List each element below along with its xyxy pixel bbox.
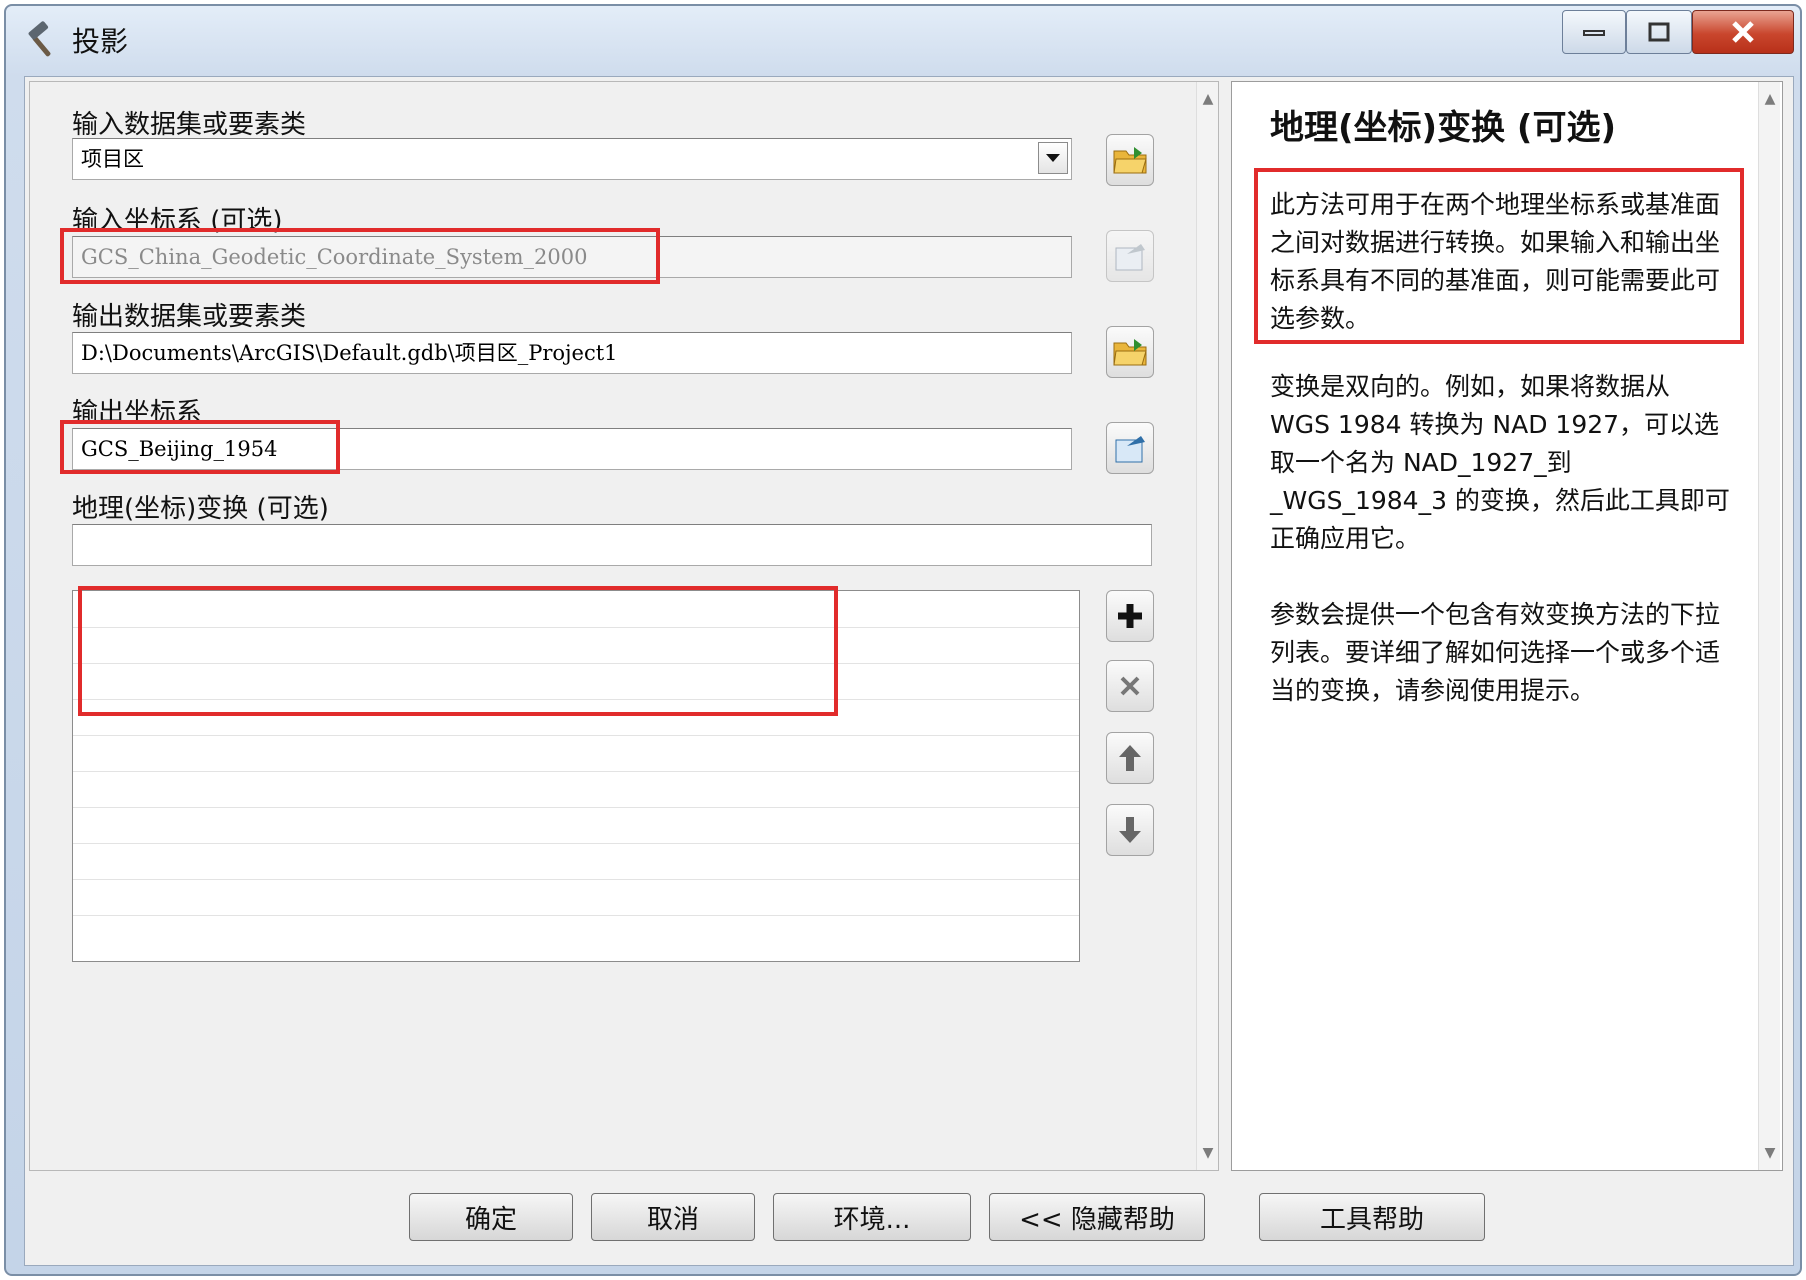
maximize-icon (1648, 22, 1670, 42)
help-paragraph-3: 参数会提供一个包含有效变换方法的下拉列表。要详细了解如何选择一个或多个适当的变换… (1270, 600, 1721, 705)
plus-icon (1118, 604, 1142, 628)
folder-open-icon (1113, 147, 1147, 174)
help-scrollbar[interactable]: ▲ ▼ (1758, 82, 1780, 1170)
list-row-divider (73, 735, 1079, 736)
browse-input-button[interactable] (1106, 134, 1154, 186)
cancel-button[interactable]: 取消 (591, 1193, 755, 1241)
hammer-icon (22, 20, 62, 60)
output-cs-properties-button[interactable] (1106, 422, 1154, 474)
geo-transform-combobox[interactable] (72, 524, 1152, 566)
highlight-transform-list (78, 586, 838, 716)
scroll-down-arrow-icon[interactable]: ▼ (1197, 1142, 1219, 1164)
x-icon (1120, 676, 1140, 696)
environments-button[interactable]: 环境... (773, 1193, 971, 1241)
arrow-up-icon (1119, 745, 1141, 771)
coordinate-system-icon (1115, 244, 1145, 271)
input-cs-properties-button (1106, 230, 1154, 282)
browse-output-button[interactable] (1106, 326, 1154, 378)
arrow-down-icon (1119, 817, 1141, 843)
parameters-pane: 输入数据集或要素类 项目区 输入坐标系 (可选) GCS_China_Geode… (29, 81, 1219, 1171)
help-pane: 地理(坐标)变换 (可选) 此方法可用于在两个地理坐标系或基准面之间对数据进行转… (1231, 81, 1783, 1171)
dialog-window: 投影 输入数据集或要素类 项目区 输入坐标系 (可选) GCS_China_Ge… (4, 4, 1802, 1276)
output-dataset-label: 输出数据集或要素类 (72, 302, 307, 332)
folder-open-icon (1113, 339, 1147, 366)
maximize-button[interactable] (1626, 10, 1692, 54)
highlight-input-cs (60, 228, 660, 284)
input-dataset-combobox[interactable]: 项目区 (72, 138, 1072, 180)
tool-help-button[interactable]: 工具帮助 (1259, 1193, 1485, 1241)
input-dataset-label: 输入数据集或要素类 (72, 110, 307, 140)
move-down-button[interactable] (1106, 804, 1154, 856)
title-bar: 投影 (6, 6, 1800, 76)
list-row-divider (73, 879, 1079, 880)
highlight-help-paragraph (1254, 168, 1744, 344)
minimize-icon (1583, 30, 1605, 36)
coordinate-system-icon (1115, 436, 1145, 463)
scroll-up-arrow-icon[interactable]: ▲ (1759, 88, 1781, 110)
ok-button[interactable]: 确定 (409, 1193, 573, 1241)
help-title: 地理(坐标)变换 (可选) (1270, 108, 1616, 148)
dropdown-button[interactable] (1038, 142, 1068, 174)
geo-transform-label: 地理(坐标)变换 (可选) (72, 494, 329, 524)
scroll-up-arrow-icon[interactable]: ▲ (1197, 88, 1219, 110)
list-row-divider (73, 915, 1079, 916)
highlight-output-cs (60, 420, 340, 474)
remove-transform-button[interactable] (1106, 660, 1154, 712)
close-button[interactable] (1692, 10, 1794, 54)
close-icon (1732, 21, 1754, 43)
output-dataset-value: D:\Documents\ArcGIS\Default.gdb\项目区_Proj… (81, 341, 618, 365)
minimize-button[interactable] (1562, 10, 1626, 54)
output-dataset-field[interactable]: D:\Documents\ArcGIS\Default.gdb\项目区_Proj… (72, 332, 1072, 374)
window-title: 投影 (72, 25, 129, 58)
dialog-body: 输入数据集或要素类 项目区 输入坐标系 (可选) GCS_China_Geode… (24, 76, 1794, 1266)
hide-help-button[interactable]: << 隐藏帮助 (989, 1193, 1205, 1241)
list-row-divider (73, 807, 1079, 808)
add-transform-button[interactable] (1106, 590, 1154, 642)
scroll-down-arrow-icon[interactable]: ▼ (1759, 1142, 1781, 1164)
help-paragraph-2: 变换是双向的。例如，如果将数据从 WGS 1984 转换为 NAD 1927，可… (1270, 372, 1730, 553)
list-row-divider (73, 771, 1079, 772)
parameters-scrollbar[interactable]: ▲ ▼ (1196, 82, 1218, 1170)
list-row-divider (73, 843, 1079, 844)
move-up-button[interactable] (1106, 732, 1154, 784)
input-dataset-value: 项目区 (81, 147, 144, 171)
chevron-down-icon (1046, 154, 1060, 162)
